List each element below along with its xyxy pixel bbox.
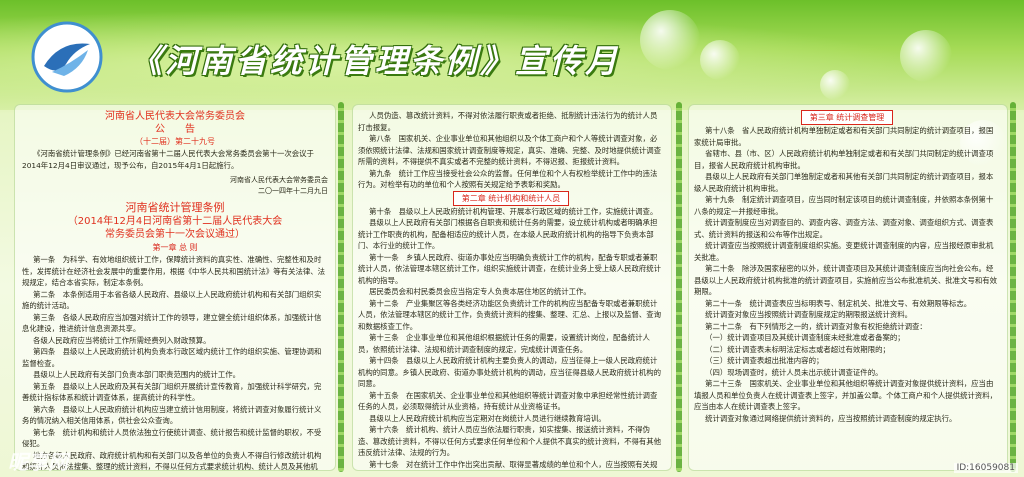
- article-paragraph: 第十五条 在国家机关、企业事业单位和其他组织等统计调查对象中承担经常性统计调查任…: [358, 390, 658, 412]
- chapter-label: 第二章 统计机构和统计人员: [452, 190, 570, 206]
- article-paragraph: 第五条 县级以上人民政府及其有关部门组织开展统计宣传教育，加强统计科学研究，完善…: [22, 381, 322, 403]
- watermark-id: ID:16059081: [953, 463, 1018, 473]
- left-column: 河南省人民代表大会常务委员会 公 告 （十二届）第二十九号 《河南省统计管理条例…: [22, 110, 328, 470]
- article-paragraph: 第一条 为科学、有效地组织统计工作，保障统计资料的真实性、准确性、完整性和及时性…: [22, 255, 326, 287]
- article-paragraph: 第六条 县级以上人民政府统计机构应当建立统计信用制度，将统计调查对象履行统计义务…: [22, 404, 322, 426]
- article-paragraph: 县级以上人民政府有关部门根据各自职责和统计任务的需要，设立统计机构或者明确承担统…: [358, 218, 658, 250]
- chapter-label: 第三章 统计调查管理: [800, 110, 894, 125]
- announce-number: （十二届）第二十九号: [135, 137, 215, 146]
- article-paragraph: （一）统计调查项目及其统计调查制度未经批准或者备案的；: [705, 333, 905, 342]
- article-paragraph: 县级以上人民政府有关部门负责本部门职责范围内的统计工作。: [33, 370, 241, 379]
- article-paragraph: 第三条 各级人民政府应当加强对统计工作的领导，建立健全统计组织体系，加强统计信息…: [22, 312, 322, 334]
- right-column: 第三章 统计调查管理 第十八条 省人民政府统计机构单独制定或者和有关部门共同制定…: [694, 110, 1000, 470]
- announce-title: 公 告: [155, 124, 195, 135]
- article-paragraph: 统计调查应当按照统计调查制度组织实施。变更统计调查制度的内容，应当报经原审批机关…: [694, 241, 994, 262]
- article-paragraph: 人员伪造、篡改统计资料，不得对依法履行职责或者拒绝、抵制统计违法行为的统计人员打…: [358, 111, 658, 132]
- article-paragraph: 第二条 本条例适用于本省各级人民政府、县级以上人民政府统计机构和有关部门组织实施…: [22, 289, 322, 311]
- article-paragraph: 第十条 县级以上人民政府统计机构管理、开展本行政区域的统计工作，实施统计调查。: [369, 206, 658, 216]
- article-paragraph: （二）统计调查表未标明法定标志或者超过有效期限的；: [705, 344, 890, 354]
- article-paragraph: 第九条 统计工作应当接受社会公众的监督。任何单位和个人有权检举统计工作中的违法行…: [358, 168, 658, 190]
- regulation-subtitle-2: 常务委员会第十一次会议通过）: [105, 229, 245, 240]
- article-paragraph: 第十九条 制定统计调查项目，应当同时制定该项目的统计调查制度，并依照本条例第十八…: [694, 195, 994, 216]
- article-paragraph: 第十二条 产业集聚区等各类经济功能区负责统计工作的机构应当配备专职或者兼职统计人…: [358, 298, 662, 331]
- article-paragraph: 第二十一条 统计调查表应当标明表号、制定机关、批准文号、有效期限等标志。: [705, 298, 972, 308]
- article-paragraph: （三）统计调查表超出批准内容的；: [705, 356, 824, 365]
- article-paragraph: （四）现场调查时，统计人员未出示统计调查证件的。: [705, 367, 883, 377]
- article-paragraph: 第四条 县级以上人民政府统计机构负责本行政区域内统计工作的组织实施、管理协调和监…: [22, 347, 322, 368]
- article-paragraph: 县级以上人民政府有关部门单独制定或者和其他有关部门共同制定的统计调查项目，报本级…: [694, 172, 994, 193]
- article-paragraph: 第二十二条 有下列情形之一的，统计调查对象有权拒绝统计调查：: [705, 321, 927, 331]
- vine-divider: [676, 102, 682, 472]
- article-list: 人员伪造、篡改统计资料，不得对依法履行职责或者拒绝、抵制统计违法行为的统计人员打…: [358, 110, 664, 191]
- article-paragraph: 第八条 国家机关、企业事业单位和其他组织以及个体工商户和个人等统计调查对象，必须…: [358, 134, 662, 166]
- sign-date: 二〇一四年十二月九日: [258, 187, 328, 195]
- sign-org: 河南省人民代表大会常务委员会: [230, 176, 328, 184]
- article-paragraph: 第十六条 统计机构、统计人员应当依法履行职责，如实搜集、报送统计资料，不得伪造、…: [358, 425, 662, 457]
- chapter-heading: 第一章 总 则: [152, 243, 198, 252]
- article-paragraph: 各级人民政府应当将统计工作所需经费列入财政预算。: [33, 335, 211, 345]
- decor-bubble: [700, 40, 740, 80]
- chapter-heading: 第二章 统计机构和统计人员: [358, 190, 664, 206]
- page-title: 《河南省统计管理条例》宣传月: [130, 42, 621, 80]
- decor-bubble: [820, 70, 850, 100]
- regulation-subtitle-1: （2014年12月4日河南省第十二届人民代表大会: [67, 216, 283, 227]
- article-list: 第一条 为科学、有效地组织统计工作，保障统计资料的真实性、准确性、完整性和及时性…: [22, 254, 328, 470]
- article-paragraph: 第十一条 乡镇人民政府、街道办事处应当明确负责统计工作的机构，配备专职或者兼职统…: [358, 252, 662, 285]
- article-paragraph: 省辖市、县（市、区）人民政府统计机构单独制定或者和有关部门共同制定的统计调查项目…: [694, 149, 994, 170]
- article-list: 第十八条 省人民政府统计机构单独制定或者和有关部门共同制定的统计调查项目，报国家…: [694, 125, 1000, 424]
- decor-bubble: [900, 30, 952, 82]
- vine-divider: [1010, 102, 1016, 472]
- chapter-heading: 第三章 统计调查管理: [694, 110, 1000, 125]
- article-paragraph: 统计调查对象通过网络提供统计资料的，应当按照统计调查制度的规定执行。: [705, 413, 957, 423]
- article-paragraph: 第二十条 除涉及国家秘密的以外，统计调查项目及其统计调查制度应当向社会公布。经县…: [694, 264, 998, 296]
- article-paragraph: 第十三条 企业事业单位和其他组织根据统计任务的需要，设置统计岗位，配备统计人员，…: [358, 333, 650, 354]
- article-paragraph: 第十八条 省人民政府统计机构单独制定或者和有关部门共同制定的统计调查项目，报国家…: [694, 126, 994, 147]
- article-paragraph: 第十七条 对在统计工作中作出突出贡献、取得显著成绩的单位和个人，应当按照有关规定…: [369, 459, 658, 469]
- article-paragraph: 居民委员会和村民委员会应当指定专人负责本居住地区的统计工作。: [369, 287, 591, 296]
- middle-column: 人员伪造、篡改统计资料，不得对依法履行职责或者拒绝、抵制统计违法行为的统计人员打…: [358, 110, 664, 470]
- watermark-text: 昵享网: [8, 450, 68, 474]
- article-paragraph: 统计调查对象应当按照统计调查制度规定的期限报送统计资料。: [705, 310, 913, 319]
- decor-bubble: [640, 10, 700, 70]
- article-paragraph: 第二十三条 国家机关、企业事业单位和其他组织等统计调查对象提供统计资料，应当由填…: [694, 379, 998, 411]
- vine-divider: [338, 102, 344, 472]
- announce-body: 《河南省统计管理条例》已经河南省第十二届人民代表大会常务委员会第十一次会议于20…: [22, 149, 314, 170]
- statistics-emblem-icon: [31, 21, 103, 93]
- article-list: 第十条 县级以上人民政府统计机构管理、开展本行政区域的统计工作，实施统计调查。县…: [358, 206, 664, 471]
- regulation-title: 河南省统计管理条例: [125, 201, 225, 214]
- article-paragraph: 第十四条 县级以上人民政府统计机构主要负责人的调动，应当征得上一级人民政府统计机…: [358, 356, 662, 388]
- article-paragraph: 统计调查制度应当对调查目的、调查内容、调查方法、调查对象、调查组织方式、调查表式…: [694, 218, 994, 239]
- article-paragraph: 县级以上人民政府统计机构应当定期对在岗统计人员进行继续教育培训。: [369, 413, 606, 423]
- announce-org: 河南省人民代表大会常务委员会: [105, 111, 245, 122]
